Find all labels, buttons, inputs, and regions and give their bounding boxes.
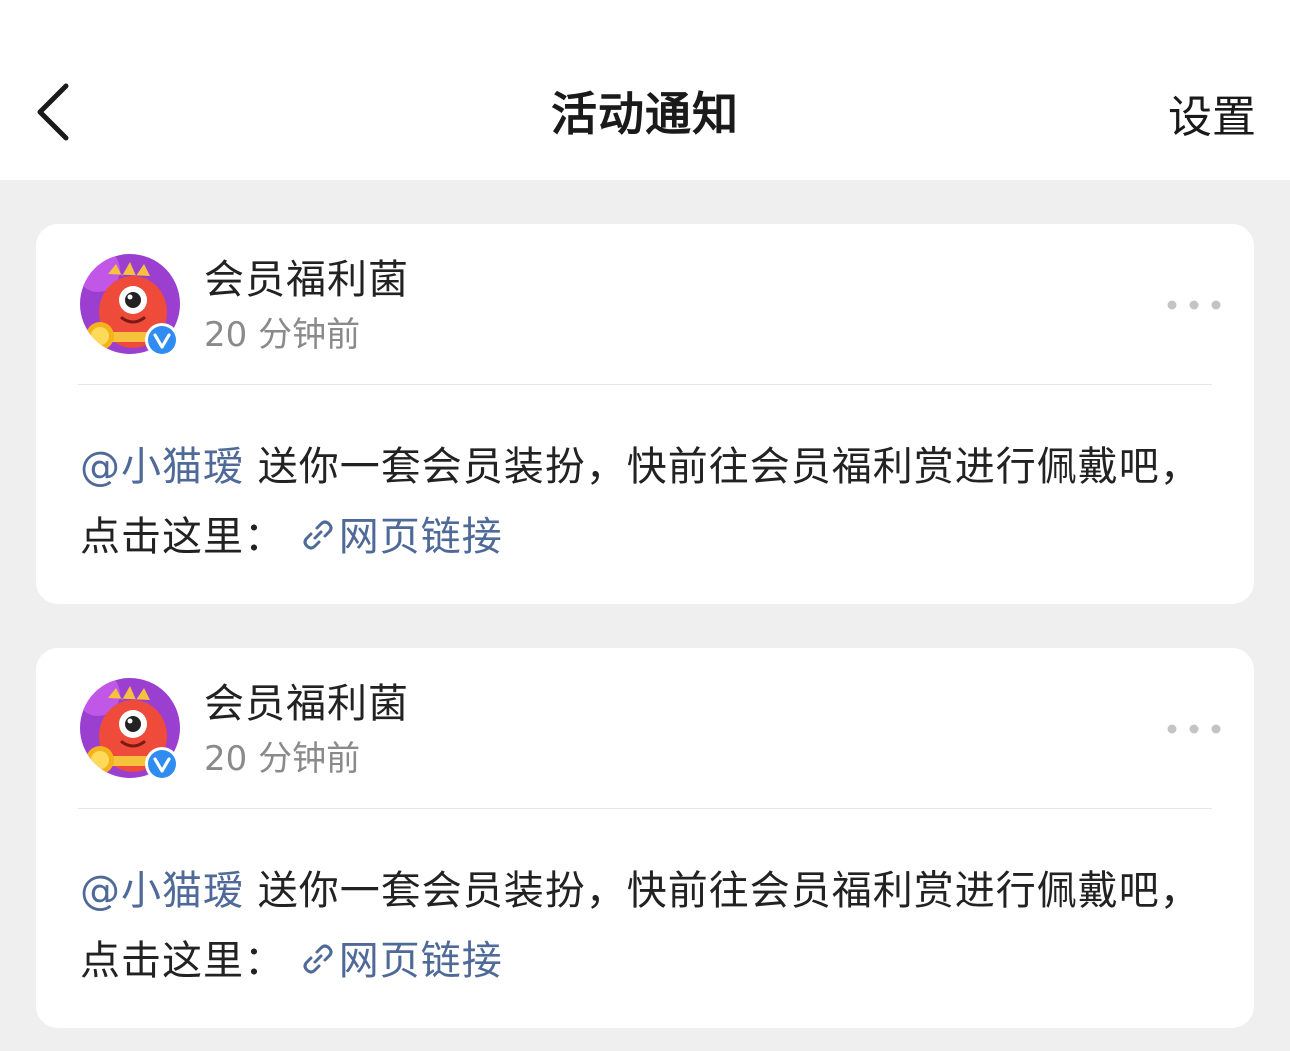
divider <box>78 808 1212 809</box>
divider <box>78 384 1212 385</box>
more-dots-icon[interactable] <box>1164 712 1224 746</box>
more-button[interactable] <box>1164 712 1224 746</box>
message-text: 送你一套会员装扮，快前往会员福利赏进行佩戴吧，点击这里： <box>80 444 1201 560</box>
verified-badge-icon <box>144 746 180 782</box>
author-name[interactable]: 会员福利菌 <box>204 678 409 730</box>
timestamp: 20 分钟前 <box>204 739 361 779</box>
web-link-label[interactable]: 网页链接 <box>339 514 503 560</box>
top-bar: 活动通知 设置 <box>0 0 1290 180</box>
notification-card[interactable]: 会员福利菌 20 分钟前 @小猫瑷 送你一套会员装扮，快前往会员福利赏进行佩戴吧… <box>36 648 1254 1028</box>
verified-badge-icon <box>144 322 180 358</box>
author-name[interactable]: 会员福利菌 <box>204 254 409 306</box>
link-icon[interactable] <box>299 940 337 978</box>
web-link[interactable]: 网页链接 <box>299 938 503 984</box>
settings-button[interactable]: 设置 <box>1168 88 1256 148</box>
more-dots-icon[interactable] <box>1164 288 1224 322</box>
web-link-label[interactable]: 网页链接 <box>339 938 503 984</box>
verified-badge <box>144 746 180 782</box>
notification-message: @小猫瑷 送你一套会员装扮，快前往会员福利赏进行佩戴吧，点击这里： 网页链接 <box>80 856 1230 996</box>
web-link[interactable]: 网页链接 <box>299 514 503 560</box>
verified-badge <box>144 322 180 358</box>
link-icon[interactable] <box>299 516 337 554</box>
user-mention-link[interactable]: @小猫瑷 <box>80 444 244 490</box>
notification-card[interactable]: 会员福利菌 20 分钟前 @小猫瑷 送你一套会员装扮，快前往会员福利赏进行佩戴吧… <box>36 224 1254 604</box>
more-button[interactable] <box>1164 288 1224 322</box>
message-text: 送你一套会员装扮，快前往会员福利赏进行佩戴吧，点击这里： <box>80 868 1201 984</box>
timestamp: 20 分钟前 <box>204 315 361 355</box>
user-mention-link[interactable]: @小猫瑷 <box>80 868 244 914</box>
notification-message: @小猫瑷 送你一套会员装扮，快前往会员福利赏进行佩戴吧，点击这里： 网页链接 <box>80 432 1230 572</box>
page-title: 活动通知 <box>551 87 739 141</box>
